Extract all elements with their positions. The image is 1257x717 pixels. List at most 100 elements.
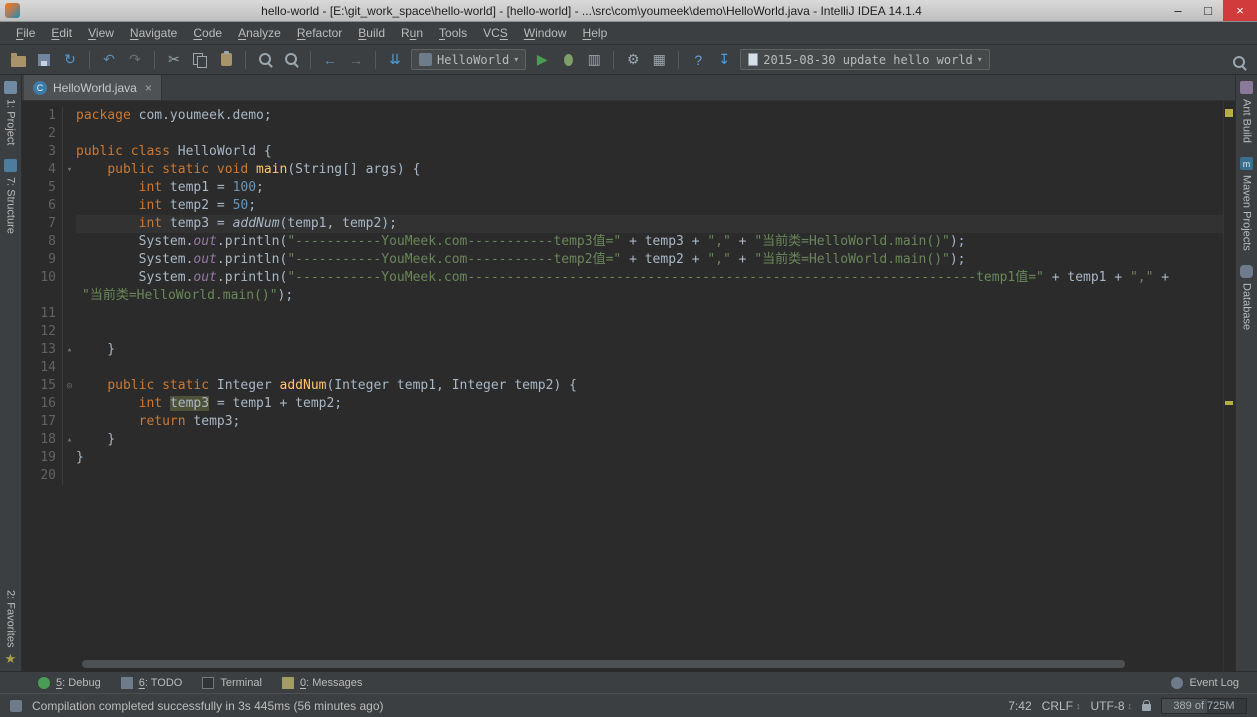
minimize-icon[interactable]: – xyxy=(1163,0,1193,21)
menu-refactor[interactable]: Refactor xyxy=(289,23,350,43)
gutter-marker xyxy=(62,233,76,251)
menu-vcs[interactable]: VCS xyxy=(475,23,516,43)
foldend-marker[interactable]: ▴ xyxy=(62,431,76,449)
code-line[interactable]: 13▴ } xyxy=(22,341,1235,359)
forward-icon[interactable]: → xyxy=(346,50,366,70)
menu-navigate[interactable]: Navigate xyxy=(122,23,185,43)
menu-build[interactable]: Build xyxy=(350,23,393,43)
tool-window-button-ant-build[interactable]: Ant Build xyxy=(1240,81,1253,143)
tab-close-icon[interactable]: × xyxy=(145,81,152,95)
encoding-widget[interactable]: UTF-8↕ xyxy=(1091,699,1133,713)
replace-icon[interactable] xyxy=(281,50,301,70)
method-marker[interactable]: ◎ xyxy=(62,377,76,395)
make-project-icon[interactable]: ⇊ xyxy=(385,50,405,70)
menu-file[interactable]: File xyxy=(8,23,43,43)
tool-window-label: Ant Build xyxy=(1241,99,1253,143)
vcs-update-icon[interactable]: ↧ xyxy=(714,50,734,70)
code-line[interactable]: 20 xyxy=(22,467,1235,485)
back-icon[interactable]: ← xyxy=(320,50,340,70)
redo-icon[interactable]: ↷ xyxy=(125,50,145,70)
updown-icon: ↕ xyxy=(1128,701,1133,711)
tool-window-button-2-favorites[interactable]: 2: Favorites★ xyxy=(4,590,17,665)
code-line[interactable]: 10 System.out.println("-----------YouMee… xyxy=(22,269,1235,287)
paste-icon[interactable] xyxy=(216,50,236,70)
menu-analyze[interactable]: Analyze xyxy=(230,23,289,43)
structure-icon xyxy=(4,159,17,172)
code-line[interactable]: 3public class HelloWorld { xyxy=(22,143,1235,161)
code-text: } xyxy=(76,449,1235,467)
editor-area: C HelloWorld.java × 1package com.youmeek… xyxy=(22,75,1235,671)
tool-window-button-6-todo[interactable]: 6: TODO xyxy=(111,672,193,693)
lock-icon[interactable] xyxy=(1142,704,1151,711)
help-icon[interactable]: ? xyxy=(688,50,708,70)
background-tasks-icon[interactable] xyxy=(10,700,22,712)
project-structure-icon[interactable]: ▦ xyxy=(649,50,669,70)
line-number: 3 xyxy=(22,143,62,161)
settings-icon[interactable]: ⚙ xyxy=(623,50,643,70)
open-folder-icon[interactable] xyxy=(8,50,28,70)
run-configuration-select[interactable]: HelloWorld▾ xyxy=(411,49,526,70)
vcs-changelist-select[interactable]: 2015-08-30 update hello world▾ xyxy=(740,49,990,70)
maximize-icon[interactable]: □ xyxy=(1193,0,1223,21)
menu-view[interactable]: View xyxy=(80,23,122,43)
tool-window-button-database[interactable]: Database xyxy=(1240,265,1253,330)
menu-tools[interactable]: Tools xyxy=(431,23,475,43)
code-line[interactable]: 9 System.out.println("-----------YouMeek… xyxy=(22,251,1235,269)
code-line[interactable]: 2 xyxy=(22,125,1235,143)
tool-window-button-event-log[interactable]: Event Log xyxy=(1161,672,1249,693)
code-line[interactable]: 5 int temp1 = 100; xyxy=(22,179,1235,197)
code-line[interactable]: 15◎ public static Integer addNum(Integer… xyxy=(22,377,1235,395)
terminal-icon xyxy=(202,677,214,689)
find-icon[interactable] xyxy=(255,50,275,70)
menu-code[interactable]: Code xyxy=(185,23,230,43)
coverage-icon[interactable]: ▥ xyxy=(584,50,604,70)
code-line[interactable]: 4▾ public static void main(String[] args… xyxy=(22,161,1235,179)
sync-icon[interactable]: ↻ xyxy=(60,50,80,70)
copy-icon[interactable] xyxy=(190,50,210,70)
line-separator-widget[interactable]: CRLF↕ xyxy=(1042,699,1081,713)
code-line[interactable]: 12 xyxy=(22,323,1235,341)
tool-window-button-1-project[interactable]: 1: Project xyxy=(4,81,17,145)
save-icon[interactable] xyxy=(34,50,54,70)
code-line[interactable]: 14 xyxy=(22,359,1235,377)
menu-help[interactable]: Help xyxy=(575,23,616,43)
tool-window-button-0-messages[interactable]: 0: Messages xyxy=(272,672,372,693)
code-line[interactable]: 19} xyxy=(22,449,1235,467)
code-line[interactable]: 7 int temp3 = addNum(temp1, temp2); xyxy=(22,215,1235,233)
memory-indicator[interactable]: 389 of 725M xyxy=(1161,698,1247,714)
code-line[interactable]: 8 System.out.println("-----------YouMeek… xyxy=(22,233,1235,251)
tool-window-button-7-structure[interactable]: 7: Structure xyxy=(4,159,17,234)
gutter-marker xyxy=(62,197,76,215)
code-editor[interactable]: 1package com.youmeek.demo;23public class… xyxy=(22,101,1235,671)
undo-icon[interactable]: ↶ xyxy=(99,50,119,70)
search-everywhere-icon[interactable] xyxy=(1229,52,1249,72)
tool-window-button-maven-projects[interactable]: mMaven Projects xyxy=(1240,157,1253,251)
debug-icon xyxy=(564,54,573,66)
debug-icon[interactable] xyxy=(558,50,578,70)
code-line[interactable]: 11 xyxy=(22,305,1235,323)
code-line[interactable]: 16 int temp3 = temp1 + temp2; xyxy=(22,395,1235,413)
code-line[interactable]: 17 return temp3; xyxy=(22,413,1235,431)
tool-window-button-5-debug[interactable]: 5: Debug xyxy=(28,672,111,693)
menu-run[interactable]: Run xyxy=(393,23,431,43)
menu-window[interactable]: Window xyxy=(516,23,575,43)
fold-marker[interactable]: ▾ xyxy=(62,161,76,179)
code-line[interactable]: 18▴ } xyxy=(22,431,1235,449)
tool-window-button-terminal[interactable]: Terminal xyxy=(192,672,272,693)
error-stripe-mark[interactable] xyxy=(1225,109,1233,117)
cut-icon[interactable]: ✂ xyxy=(164,50,184,70)
caret-position-widget[interactable]: 7:42 xyxy=(1008,699,1031,713)
tab-helloworld-java[interactable]: C HelloWorld.java × xyxy=(24,75,162,100)
run-icon[interactable]: ▶ xyxy=(532,50,552,70)
horizontal-scrollbar[interactable] xyxy=(82,660,1125,668)
foldend-marker[interactable]: ▴ xyxy=(62,341,76,359)
close-icon[interactable]: × xyxy=(1223,0,1257,21)
error-stripe-mark[interactable] xyxy=(1225,401,1233,405)
line-number: 10 xyxy=(22,269,62,287)
code-line[interactable]: 1package com.youmeek.demo; xyxy=(22,107,1235,125)
code-line-wrap[interactable]: "当前类=HelloWorld.main()"); xyxy=(22,287,1235,305)
gutter-marker xyxy=(62,395,76,413)
menu-edit[interactable]: Edit xyxy=(43,23,80,43)
error-stripe[interactable] xyxy=(1223,101,1235,671)
code-line[interactable]: 6 int temp2 = 50; xyxy=(22,197,1235,215)
